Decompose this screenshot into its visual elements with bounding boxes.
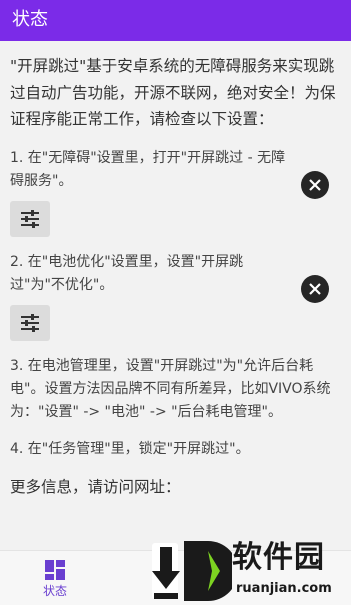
- step-text: 2. 在"电池优化"设置里，设置"开屏跳过"为"不优化"。: [10, 253, 244, 293]
- step-task-lock: 4. 在"任务管理"里，锁定"开屏跳过"。: [10, 438, 341, 461]
- step-text: 4. 在"任务管理"里，锁定"开屏跳过"。: [10, 440, 250, 457]
- nav-item-label: 状态: [42, 584, 67, 598]
- site-watermark: 软件园 ruanjian.com: [150, 537, 351, 605]
- download-logo-icon: [152, 541, 232, 601]
- dismiss-button[interactable]: [301, 170, 329, 199]
- step-battery-optimization: 2. 在"电池优化"设置里，设置"开屏跳过"为"不优化"。: [10, 251, 341, 341]
- step-text: 1. 在"无障碍"设置里，打开"开屏跳过 - 无障碍服务"。: [10, 149, 286, 189]
- battery-settings-button[interactable]: [10, 304, 50, 341]
- step-accessibility: 1. 在"无障碍"设置里，打开"开屏跳过 - 无障碍服务"。: [10, 147, 341, 237]
- close-icon: [309, 282, 321, 295]
- intro-text: "开屏跳过"基于安卓系统的无障碍服务来实现跳过自动广告功能，开源不联网，绝对安全…: [10, 57, 336, 128]
- dashboard-icon: [45, 560, 65, 580]
- watermark-title: 软件园: [232, 540, 325, 575]
- dismiss-button[interactable]: [301, 274, 329, 303]
- close-icon: [309, 178, 321, 191]
- nav-item-status[interactable]: 状态: [30, 559, 80, 599]
- step-background-power: 3. 在电池管理里，设置"开屏跳过"为"允许后台耗电"。设置方法因品牌不同有所差…: [10, 355, 341, 424]
- more-info-text: 更多信息，请访问网址：: [10, 477, 181, 496]
- watermark-url: ruanjian.com: [236, 581, 332, 596]
- app-bar: 状态: [0, 0, 351, 41]
- status-content: "开屏跳过"基于安卓系统的无障碍服务来实现跳过自动广告功能，开源不联网，绝对安全…: [0, 41, 351, 550]
- sliders-icon: [21, 209, 39, 228]
- page-title: 状态: [12, 9, 48, 30]
- sliders-icon: [21, 313, 39, 332]
- accessibility-settings-button[interactable]: [10, 200, 50, 237]
- step-text: 3. 在电池管理里，设置"开屏跳过"为"允许后台耗电"。设置方法因品牌不同有所差…: [10, 357, 331, 420]
